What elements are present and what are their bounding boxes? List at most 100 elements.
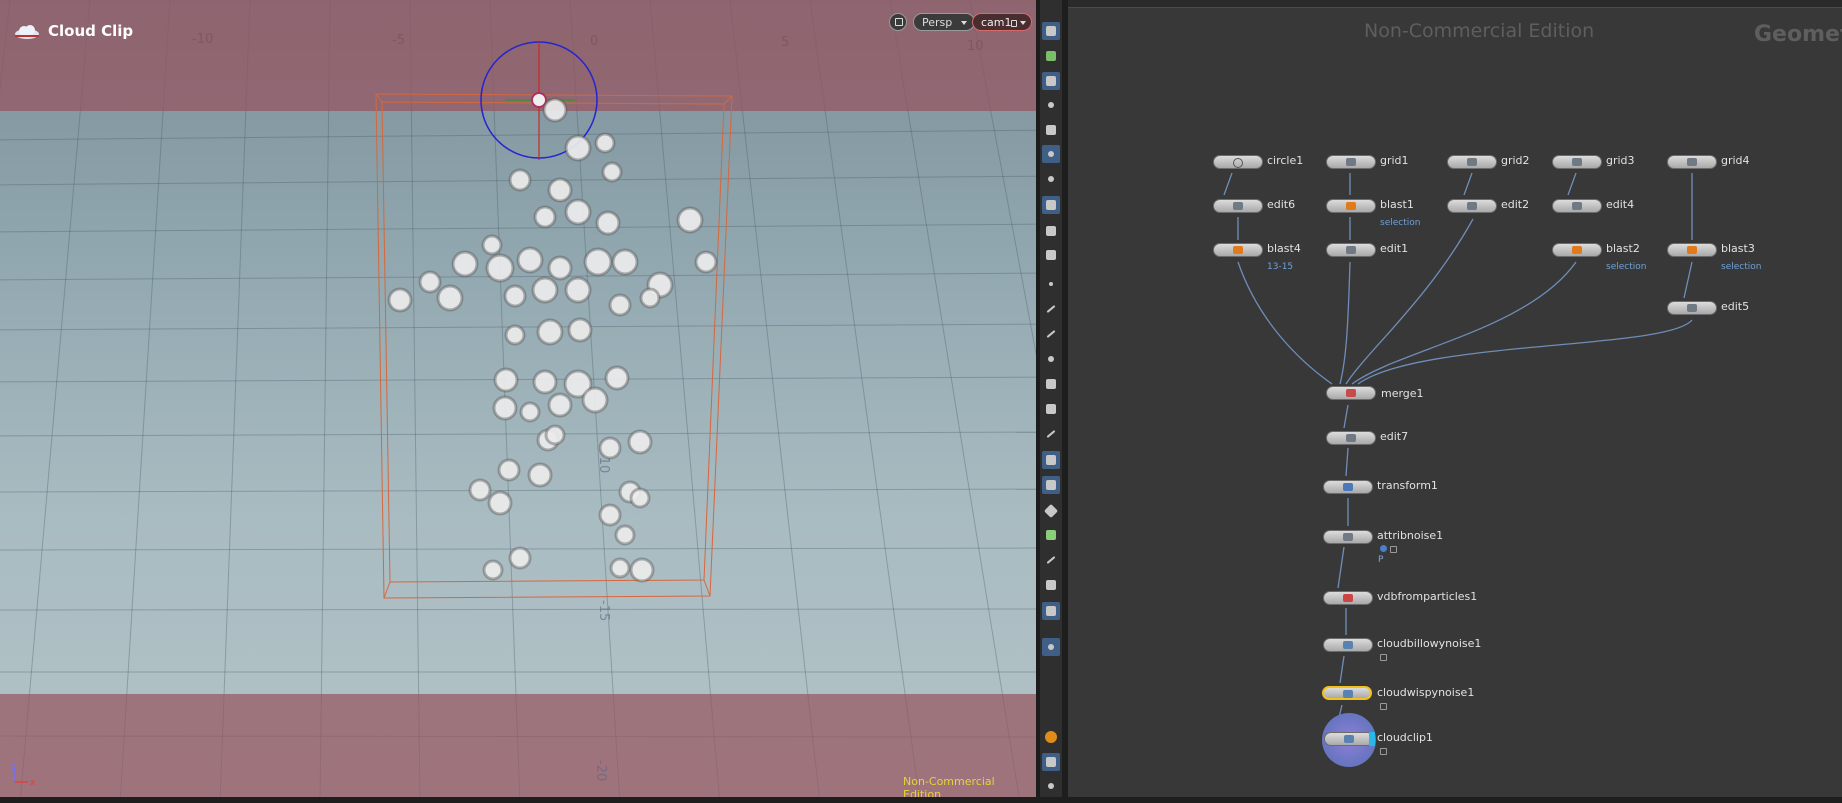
node-edit6[interactable] — [1213, 199, 1263, 213]
camera-label: cam1 — [981, 16, 1012, 29]
warning-icon[interactable] — [1042, 728, 1060, 746]
node-label: blast1 — [1380, 198, 1414, 211]
ruler-label: 10 — [967, 39, 984, 54]
node-label: blast2 — [1606, 242, 1640, 255]
node-grid3[interactable] — [1552, 155, 1602, 169]
node-label: edit2 — [1501, 198, 1530, 211]
node-edit2[interactable] — [1447, 199, 1497, 213]
screen-icon[interactable] — [1042, 602, 1060, 620]
node-edit7[interactable] — [1326, 431, 1376, 445]
dot-icon[interactable] — [1042, 275, 1060, 293]
lock-icon[interactable] — [1380, 703, 1387, 710]
axis-z-label: z — [11, 762, 16, 772]
camera-dropdown[interactable]: cam1 — [972, 13, 1032, 31]
snap-icon[interactable] — [1042, 96, 1060, 114]
select-tool-icon[interactable] — [1042, 47, 1060, 65]
node-circle1[interactable] — [1213, 155, 1263, 169]
corner-icon[interactable] — [1042, 425, 1060, 443]
node-sublabel: 13-15 — [1267, 262, 1294, 272]
image-icon[interactable] — [1042, 526, 1060, 544]
node-label: edit7 — [1380, 430, 1409, 443]
node-sublabel: selection — [1606, 262, 1647, 272]
pose-icon[interactable] — [1042, 145, 1060, 163]
node-vdbfromparticles1[interactable] — [1323, 591, 1373, 605]
node-edit1[interactable] — [1326, 243, 1376, 257]
pin-icon[interactable] — [1042, 638, 1060, 656]
view-mode-dropdown[interactable]: Persp — [913, 13, 975, 31]
measure-icon[interactable] — [1042, 551, 1060, 569]
node-label: edit6 — [1267, 198, 1296, 211]
bucket-icon[interactable] — [1042, 375, 1060, 393]
uv-icon[interactable] — [1042, 476, 1060, 494]
grid-icon[interactable] — [1042, 753, 1060, 771]
viewport-title: Cloud Clip — [48, 22, 134, 40]
node-sublabel: selection — [1380, 218, 1421, 228]
node-label: cloudwispynoise1 — [1377, 686, 1475, 699]
node-label: merge1 — [1381, 387, 1424, 400]
node-label: blast4 — [1267, 242, 1301, 255]
node-label: grid4 — [1721, 154, 1750, 167]
scene-viewport[interactable]: -10 -5 0 5 10 -10 -15 -20 Cloud Clip Per… — [0, 0, 1036, 803]
number-icon[interactable] — [1042, 350, 1060, 368]
node-label: grid1 — [1380, 154, 1409, 167]
ruler-label: -10 — [192, 32, 213, 47]
ruler-label: 5 — [781, 35, 789, 50]
cloud-puffs — [387, 97, 718, 583]
magnet-icon[interactable] — [1042, 451, 1060, 469]
node-label: cloudbillowynoise1 — [1377, 637, 1482, 650]
render-icon[interactable] — [1042, 222, 1060, 240]
axis-gizmo: z x — [11, 762, 36, 788]
pen-icon[interactable] — [1042, 325, 1060, 343]
node-grid4[interactable] — [1667, 155, 1717, 169]
counter-icon[interactable] — [1042, 400, 1060, 418]
node-transform1[interactable] — [1323, 480, 1373, 494]
node-label: edit4 — [1606, 198, 1635, 211]
node-label: circle1 — [1267, 154, 1304, 167]
lock-icon[interactable] — [1380, 748, 1387, 755]
node-attribnoise1[interactable] — [1323, 530, 1373, 544]
cloud-clip-icon — [15, 25, 39, 39]
brush-icon[interactable] — [1042, 246, 1060, 264]
view-lock-button[interactable] — [889, 13, 907, 31]
node-blast4[interactable] — [1213, 243, 1263, 257]
node-label: cloudclip1 — [1377, 731, 1433, 744]
node-edit5[interactable] — [1667, 301, 1717, 315]
camera-icon[interactable] — [1042, 196, 1060, 214]
chevron-down-icon — [961, 21, 967, 25]
node-blast2[interactable] — [1552, 243, 1602, 257]
node-label: blast3 — [1721, 242, 1755, 255]
node-blast3[interactable] — [1667, 243, 1717, 257]
handle-icon[interactable] — [1042, 121, 1060, 139]
node-label: edit5 — [1721, 300, 1750, 313]
node-edit4[interactable] — [1552, 199, 1602, 213]
axis-x-label: x — [30, 778, 36, 788]
light-icon[interactable] — [1042, 170, 1060, 188]
eye-icon[interactable] — [1042, 777, 1060, 795]
node-grid1[interactable] — [1326, 155, 1376, 169]
ruler-label: 0 — [590, 34, 598, 49]
info-icon[interactable] — [1380, 545, 1387, 552]
node-blast1[interactable] — [1326, 199, 1376, 213]
display-flag-icon[interactable] — [1369, 732, 1375, 746]
diamond-icon[interactable] — [1042, 502, 1060, 520]
lock-icon — [895, 18, 903, 26]
view-tool-icon[interactable] — [1042, 22, 1060, 40]
node-merge1[interactable] — [1326, 386, 1376, 400]
status-strip — [0, 797, 1842, 803]
node-cloudwispynoise1[interactable] — [1322, 686, 1372, 700]
node-label: vdbfromparticles1 — [1377, 590, 1478, 603]
node-cloudclip1[interactable] — [1324, 732, 1374, 746]
node-cloudbillowynoise1[interactable] — [1323, 638, 1373, 652]
node-grid2[interactable] — [1447, 155, 1497, 169]
lock-icon[interactable] — [1390, 546, 1397, 553]
view-mode-label: Persp — [922, 16, 953, 29]
node-label: transform1 — [1377, 479, 1438, 492]
network-editor[interactable]: Non-Commercial Edition Geomet circle1 gr… — [1068, 0, 1842, 803]
node-sublabel: selection — [1721, 262, 1762, 272]
lock-icon[interactable] — [1380, 654, 1387, 661]
square-icon[interactable] — [1042, 576, 1060, 594]
lock-icon[interactable] — [1042, 72, 1060, 90]
camera-lock-icon — [1011, 20, 1017, 27]
network-wires — [1223, 172, 1693, 731]
edge-icon[interactable] — [1042, 300, 1060, 318]
